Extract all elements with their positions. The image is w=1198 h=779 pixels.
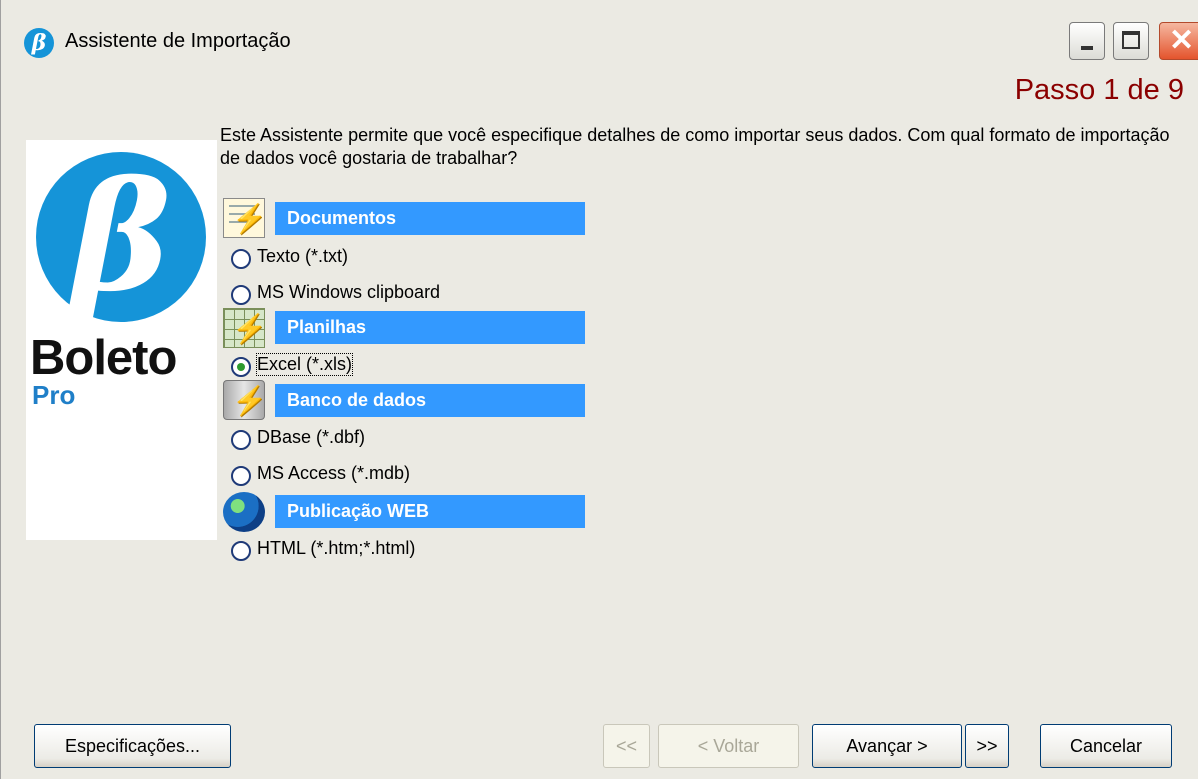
cancel-button[interactable]: Cancelar: [1040, 724, 1172, 768]
category-documentos: Documentos: [275, 202, 585, 235]
import-wizard-window: β Assistente de Importação ✕ Passo 1 de …: [0, 0, 1198, 779]
category-banco-de-dados: Banco de dados: [275, 384, 585, 417]
beta-logo-icon: β: [71, 149, 171, 325]
option-label[interactable]: MS Access (*.mdb): [257, 463, 410, 484]
option-label[interactable]: MS Windows clipboard: [257, 282, 440, 303]
logo-panel: β Boleto Pro: [26, 140, 217, 540]
category-publicacao-web: Publicação WEB: [275, 495, 585, 528]
step-indicator: Passo 1 de 9: [1014, 74, 1184, 106]
close-button[interactable]: ✕: [1159, 22, 1198, 60]
first-step-button[interactable]: <<: [603, 724, 650, 768]
category-planilhas: Planilhas: [275, 311, 585, 344]
globe-icon: [223, 492, 265, 532]
option-label[interactable]: DBase (*.dbf): [257, 427, 365, 448]
radio-button-selected[interactable]: [231, 357, 251, 377]
option-label[interactable]: HTML (*.htm;*.html): [257, 538, 415, 559]
last-step-button[interactable]: >>: [965, 724, 1009, 768]
radio-button[interactable]: [231, 285, 251, 305]
minimize-button[interactable]: [1069, 22, 1105, 60]
radio-button[interactable]: [231, 249, 251, 269]
window-title: Assistente de Importação: [65, 30, 291, 52]
option-label[interactable]: Texto (*.txt): [257, 246, 348, 267]
radio-button[interactable]: [231, 541, 251, 561]
radio-button[interactable]: [231, 466, 251, 486]
close-icon: ✕: [1169, 24, 1195, 57]
specifications-button[interactable]: Especificações...: [34, 724, 231, 768]
maximize-button[interactable]: [1113, 22, 1149, 60]
spreadsheet-icon: ⚡: [223, 308, 267, 348]
title-bar[interactable]: β Assistente de Importação ✕: [1, 0, 1198, 70]
radio-button[interactable]: [231, 430, 251, 450]
option-label[interactable]: Excel (*.xls): [255, 353, 354, 376]
document-icon: ⚡: [223, 198, 267, 238]
back-button[interactable]: < Voltar: [658, 724, 799, 768]
beta-logo-icon[interactable]: β: [24, 28, 54, 58]
intro-text: Este Assistente permite que você especif…: [220, 125, 1170, 168]
next-button[interactable]: Avançar >: [812, 724, 962, 768]
database-icon: ⚡: [223, 380, 267, 420]
logo-word: Boleto: [30, 331, 177, 385]
logo-sub: Pro: [32, 380, 76, 410]
